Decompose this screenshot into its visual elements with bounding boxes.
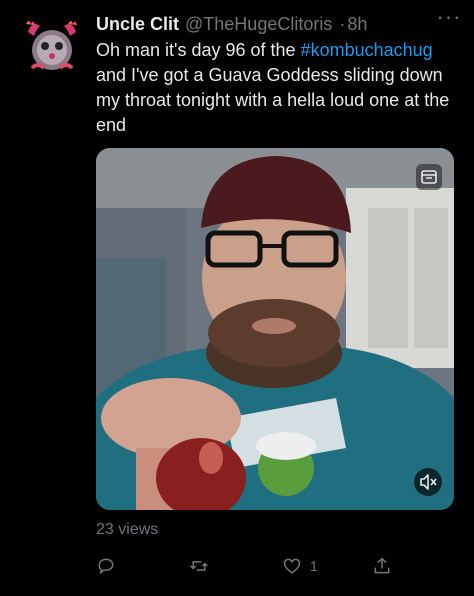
avatar[interactable] (18, 14, 86, 82)
retweet-icon (190, 561, 208, 571)
timestamp[interactable]: 8h (347, 14, 367, 34)
gif-icon[interactable] (416, 164, 442, 190)
tweet-text: Oh man it's day 96 of the #kombuchachug … (96, 38, 466, 138)
like-count: 1 (310, 558, 318, 574)
mute-icon[interactable] (414, 468, 442, 496)
share-button[interactable] (372, 552, 392, 580)
hashtag-link[interactable]: #kombuchachug (301, 40, 433, 60)
action-bar: 1 (96, 552, 466, 580)
retweet-button[interactable] (189, 552, 209, 580)
reply-button[interactable] (96, 552, 116, 580)
like-button[interactable]: 1 (282, 552, 318, 580)
tweet-text-end: and I've got a Guava Goddess sliding dow… (96, 65, 450, 135)
reply-icon (98, 558, 114, 575)
header-separator: · (339, 14, 346, 34)
author-handle[interactable]: @TheHugeClitoris (185, 14, 332, 34)
video-frame (96, 148, 454, 510)
tweet: Uncle Clit @TheHugeClitoris · 8h ··· Oh ma… (0, 0, 474, 596)
avatar-image (26, 21, 77, 70)
heart-icon (283, 558, 301, 574)
video-player[interactable] (96, 148, 454, 510)
tweet-text-start: Oh man it's day 96 of the (96, 40, 301, 60)
tweet-header: Uncle Clit @TheHugeClitoris · 8h (96, 12, 464, 36)
share-icon (374, 557, 390, 574)
author-name[interactable]: Uncle Clit (96, 14, 179, 34)
more-options-icon[interactable]: ··· (434, 6, 464, 30)
view-count: 23 views (96, 521, 159, 538)
